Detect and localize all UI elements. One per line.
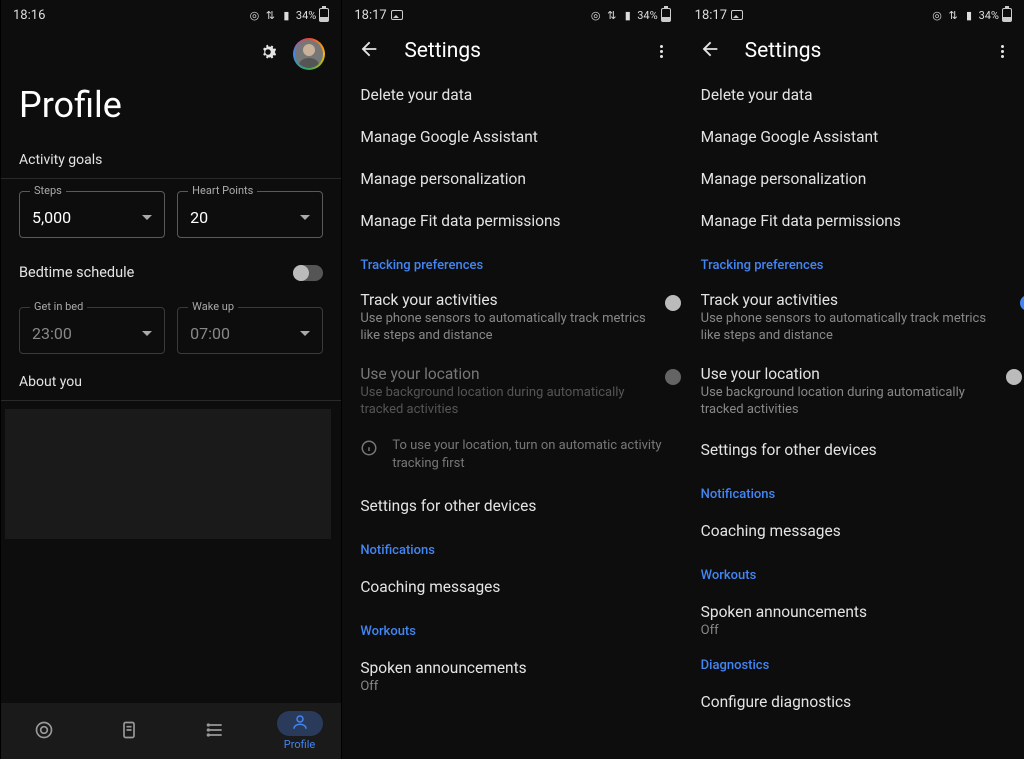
gear-icon[interactable] [257, 41, 279, 67]
track-activities-desc: Use phone sensors to automatically track… [701, 311, 994, 345]
spoken-title: Spoken announcements [701, 603, 1006, 621]
manage-permissions[interactable]: Manage Fit data permissions [342, 200, 682, 242]
chevron-down-icon [300, 215, 310, 220]
get-in-bed-legend: Get in bed [30, 300, 87, 313]
spoken-title: Spoken announcements [360, 659, 664, 677]
steps-legend: Steps [30, 184, 66, 197]
chevron-down-icon [142, 215, 152, 220]
bedtime-toggle[interactable] [293, 265, 323, 281]
nav-profile-label: Profile [284, 738, 315, 751]
use-location-title: Use your location [360, 365, 652, 383]
nav-home[interactable] [20, 718, 68, 745]
bedtime-label: Bedtime schedule [19, 264, 134, 281]
settings-title: Settings [745, 39, 973, 63]
track-activities-desc: Use phone sensors to automatically track… [360, 311, 652, 345]
configure-diagnostics[interactable]: Configure diagnostics [683, 681, 1024, 711]
about-you-label: About you [1, 366, 341, 400]
other-devices[interactable]: Settings for other devices [342, 485, 682, 527]
screenshot-icon [391, 10, 403, 20]
spoken-announcements[interactable]: Spoken announcements Off [342, 647, 682, 698]
diagnostics-header: Diagnostics [683, 642, 1024, 681]
screen-settings-2: 18:17 ◎ ⇅ ▮ 34% Settings Delete your dat… [683, 0, 1024, 759]
manage-personalization[interactable]: Manage personalization [683, 158, 1024, 200]
tracking-header: Tracking preferences [683, 242, 1024, 281]
activity-goals-label: Activity goals [1, 144, 341, 178]
spoken-value: Off [360, 679, 664, 694]
settings-title: Settings [404, 39, 631, 63]
track-activities-title: Track your activities [701, 291, 994, 309]
data-icon: ⇅ [947, 9, 960, 22]
notifications-header: Notifications [683, 471, 1024, 510]
steps-value: 5,000 [32, 208, 71, 227]
signal-icon: ▮ [280, 9, 293, 22]
wake-up-value: 07:00 [190, 324, 230, 343]
battery-icon [1002, 8, 1012, 22]
screen-profile: 18:16 ◎ ⇅ ▮ 34% Profile Activity goals S… [0, 0, 341, 759]
more-menu[interactable] [656, 41, 667, 62]
status-time: 18:16 [13, 8, 45, 23]
nav-journal[interactable] [105, 718, 153, 745]
tracking-header: Tracking preferences [342, 242, 682, 281]
nav-profile[interactable]: Profile [277, 711, 323, 751]
heart-legend: Heart Points [188, 184, 257, 197]
signal-icon: ▮ [963, 9, 976, 22]
delete-data[interactable]: Delete your data [683, 74, 1024, 116]
notifications-header: Notifications [342, 527, 682, 566]
signal-icon: ▮ [621, 9, 634, 22]
manage-personalization[interactable]: Manage personalization [342, 158, 682, 200]
battery-pct: 34% [296, 9, 316, 22]
avatar[interactable] [293, 38, 325, 70]
get-in-bed-selector[interactable]: Get in bed 23:00 [19, 307, 165, 354]
back-button[interactable] [699, 38, 721, 64]
heart-value: 20 [190, 208, 208, 227]
workouts-header: Workouts [342, 608, 682, 647]
other-devices[interactable]: Settings for other devices [683, 429, 1024, 471]
hotspot-icon: ◎ [248, 9, 261, 22]
delete-data[interactable]: Delete your data [342, 74, 682, 116]
status-time: 18:17 [695, 8, 727, 23]
about-you-panel [5, 409, 331, 539]
coaching-messages[interactable]: Coaching messages [342, 566, 682, 608]
status-time: 18:17 [354, 8, 386, 23]
back-button[interactable] [358, 38, 380, 64]
wake-up-selector[interactable]: Wake up 07:00 [177, 307, 323, 354]
page-title: Profile [1, 76, 341, 144]
status-bar: 18:17 ◎ ⇅ ▮ 34% [683, 0, 1024, 28]
more-menu[interactable] [997, 41, 1008, 62]
chevron-down-icon [142, 331, 152, 336]
hotspot-icon: ◎ [931, 9, 944, 22]
spoken-announcements[interactable]: Spoken announcements Off [683, 591, 1024, 642]
coaching-messages[interactable]: Coaching messages [683, 510, 1024, 552]
hotspot-icon: ◎ [589, 9, 602, 22]
spoken-value: Off [701, 623, 1006, 638]
battery-icon [661, 8, 671, 22]
status-bar: 18:17 ◎ ⇅ ▮ 34% [342, 0, 682, 28]
nav-browse[interactable] [191, 718, 239, 745]
info-text: To use your location, turn on automatic … [392, 437, 664, 473]
manage-assistant[interactable]: Manage Google Assistant [683, 116, 1024, 158]
manage-assistant[interactable]: Manage Google Assistant [342, 116, 682, 158]
battery-icon [319, 8, 329, 22]
data-icon: ⇅ [264, 9, 277, 22]
battery-pct: 34% [637, 9, 657, 22]
status-bar: 18:16 ◎ ⇅ ▮ 34% [1, 0, 341, 28]
use-location-title: Use your location [701, 365, 994, 383]
data-icon: ⇅ [605, 9, 618, 22]
info-icon [360, 439, 378, 461]
wake-up-legend: Wake up [188, 300, 238, 313]
battery-pct: 34% [979, 9, 999, 22]
screenshot-icon [731, 10, 743, 20]
track-activities-title: Track your activities [360, 291, 652, 309]
heart-points-selector[interactable]: Heart Points 20 [177, 191, 323, 238]
use-location-desc: Use background location during automatic… [701, 385, 994, 419]
use-location-desc: Use background location during automatic… [360, 385, 652, 419]
manage-permissions[interactable]: Manage Fit data permissions [683, 200, 1024, 242]
get-in-bed-value: 23:00 [32, 324, 72, 343]
chevron-down-icon [300, 331, 310, 336]
bottom-nav: Profile [1, 703, 341, 759]
screen-settings-1: 18:17 ◎ ⇅ ▮ 34% Settings Delete your dat… [341, 0, 682, 759]
workouts-header: Workouts [683, 552, 1024, 591]
steps-selector[interactable]: Steps 5,000 [19, 191, 165, 238]
